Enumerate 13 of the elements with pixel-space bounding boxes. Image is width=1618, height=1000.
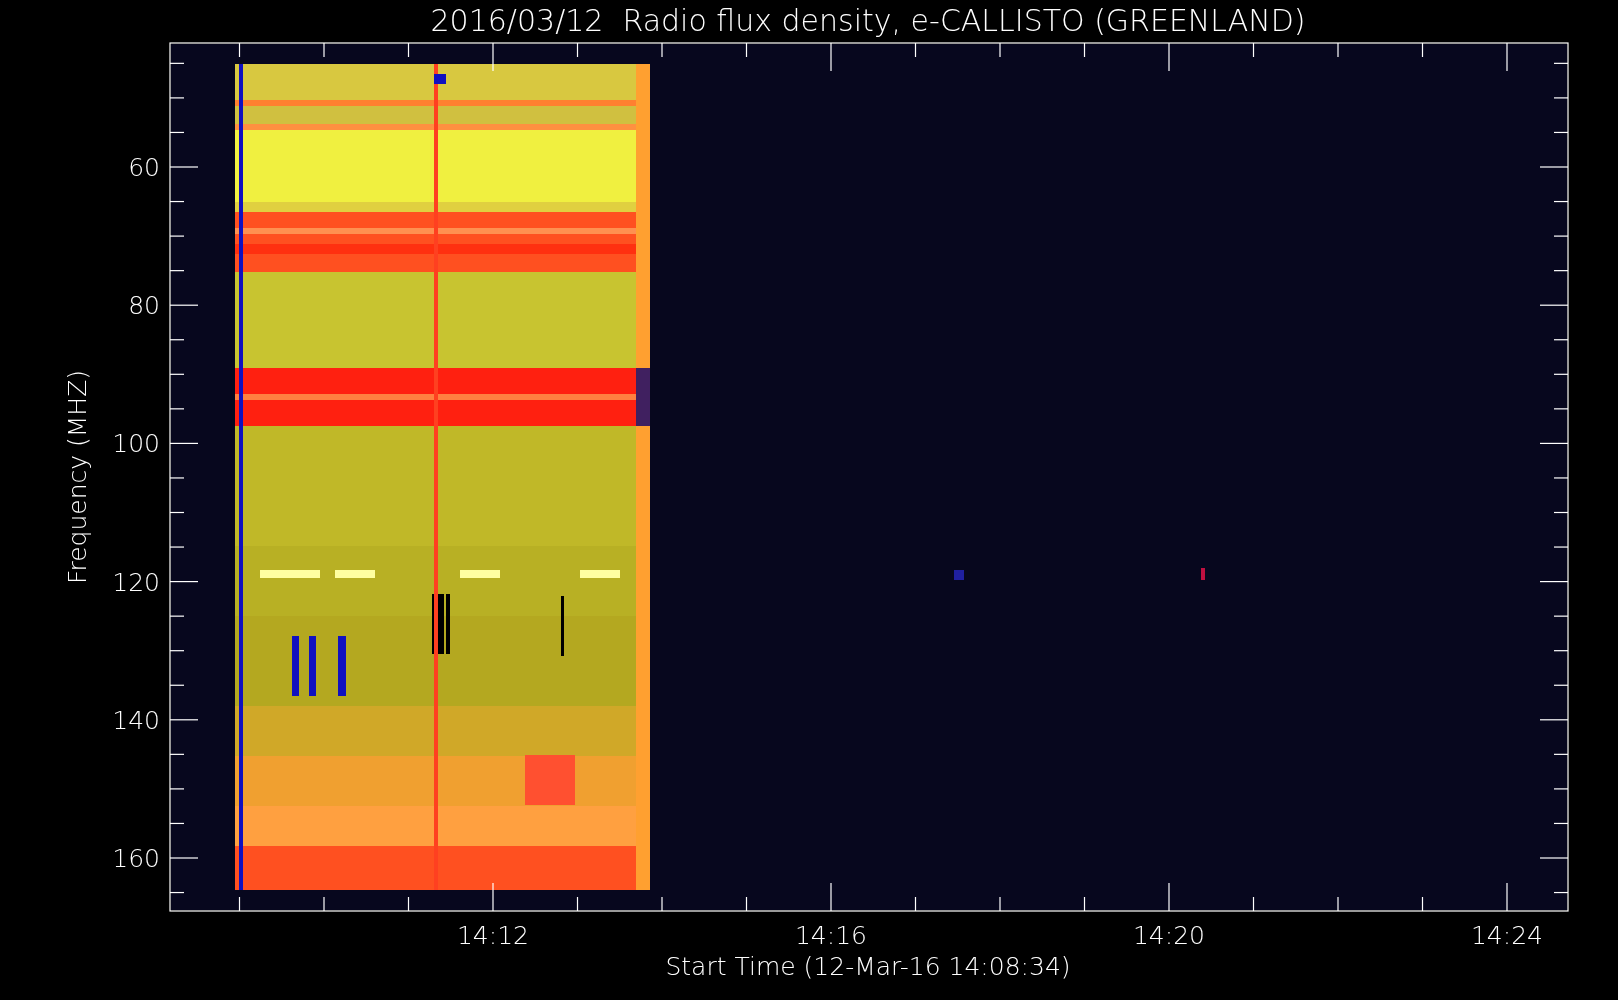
y-tick-label: 80: [128, 291, 160, 321]
x-tick-label: 14:24: [1471, 921, 1543, 950]
y-tick-label: 100: [112, 429, 160, 459]
x-axis-label: Start Time (12-Mar-16 14:08:34): [665, 952, 1071, 981]
chart-title: 2016/03/12 Radio flux density, e-CALLISTO (GREENLAND): [430, 3, 1306, 38]
y-tick-label: 160: [112, 844, 160, 873]
y-tick-label: 140: [112, 705, 160, 735]
y-axis-label: Frequency (MHZ): [63, 369, 92, 585]
y-tick-label: 120: [112, 567, 160, 597]
x-tick-label: 14:16: [795, 921, 867, 950]
x-tick-label: 14:12: [457, 921, 529, 950]
x-tick-label: 14:20: [1133, 921, 1205, 950]
y-tick-label: 60: [128, 153, 160, 182]
